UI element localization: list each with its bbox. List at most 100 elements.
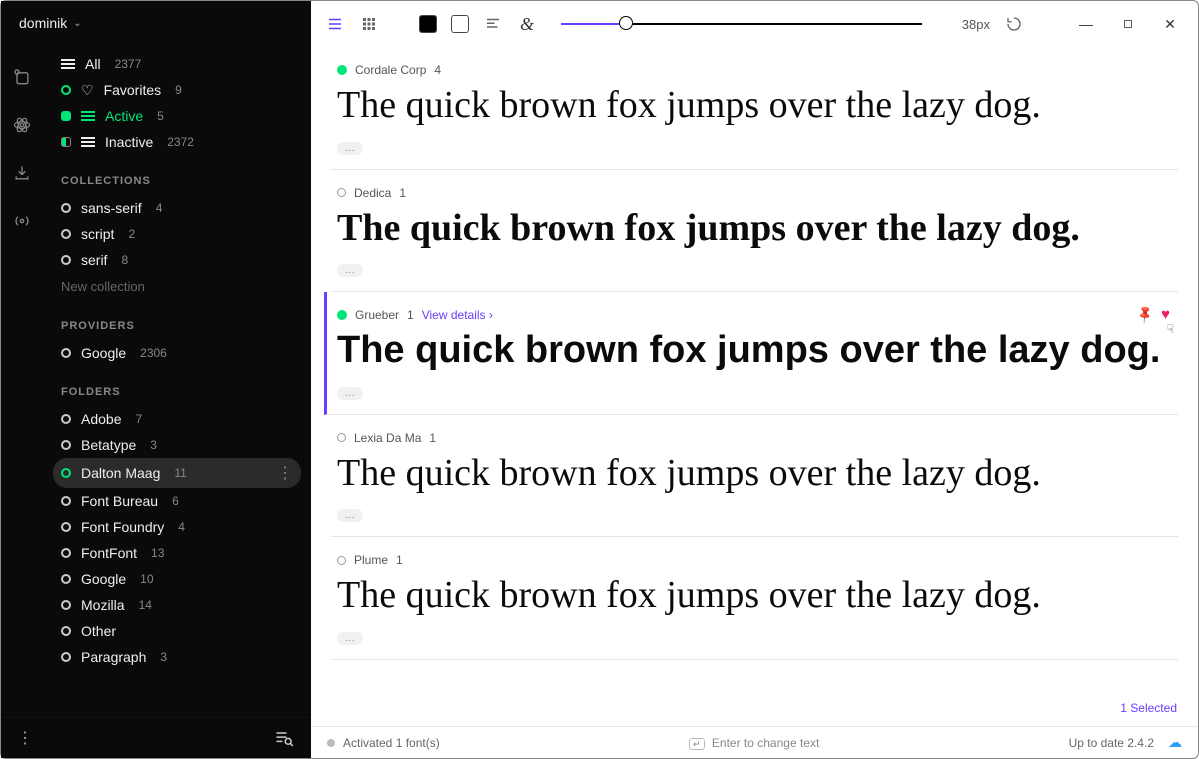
folders-item[interactable]: Font Bureau6 <box>53 488 301 514</box>
font-preview-text[interactable]: The quick brown fox jumps over the lazy … <box>337 573 1172 619</box>
status-bar: Activated 1 font(s) ↵ Enter to change te… <box>311 726 1198 758</box>
collections-item[interactable]: serif8 <box>53 247 301 273</box>
user-name: dominik <box>19 15 67 31</box>
user-menu[interactable]: dominik ⌄ <box>1 1 311 41</box>
filter-active[interactable]: Active 5 <box>53 103 301 129</box>
font-card-header: Cordale Corp4 <box>337 63 1172 77</box>
background-color-swatch[interactable] <box>451 15 469 33</box>
folders-item-label: Betatype <box>81 437 136 453</box>
folders-item[interactable]: FontFont13 <box>53 540 301 566</box>
inactive-status-icon[interactable] <box>337 188 346 197</box>
collections-item[interactable]: sans-serif4 <box>53 195 301 221</box>
ring-icon <box>61 255 71 265</box>
ring-icon <box>61 468 71 478</box>
reset-button[interactable] <box>1004 14 1024 34</box>
collections-item-label: sans-serif <box>81 200 142 216</box>
grid-view-button[interactable] <box>359 14 379 34</box>
collections-item[interactable]: script2 <box>53 221 301 247</box>
font-name: Dedica <box>354 186 391 200</box>
library-icon[interactable] <box>12 67 32 87</box>
cursor-hand-icon: ☟ <box>1167 322 1174 336</box>
favorite-heart-icon[interactable]: ♥ <box>1161 306 1170 323</box>
font-card[interactable]: Plume1 The quick brown fox jumps over the… <box>331 537 1178 660</box>
font-card-actions: 📌♥ <box>1137 306 1170 323</box>
tags-pill[interactable]: … <box>337 387 363 400</box>
size-label: 38px <box>946 17 990 32</box>
window-maximize-button[interactable] <box>1114 13 1142 35</box>
folders-item-count: 10 <box>140 572 153 586</box>
toolbar: & 38px — ✕ <box>311 1 1198 47</box>
search-list-icon[interactable] <box>273 728 295 748</box>
folders-item[interactable]: Betatype 3 <box>53 432 301 458</box>
enter-key-icon: ↵ <box>689 738 705 750</box>
slider-thumb-icon[interactable] <box>619 16 633 30</box>
folders-item-count: 3 <box>160 650 167 664</box>
window-close-button[interactable]: ✕ <box>1156 13 1184 35</box>
tags-pill[interactable]: … <box>337 142 363 155</box>
broadcast-icon[interactable] <box>12 211 32 231</box>
foreground-color-swatch[interactable] <box>419 15 437 33</box>
ring-icon <box>61 652 71 662</box>
status-activated: Activated 1 font(s) <box>343 736 440 750</box>
ring-icon <box>61 203 71 213</box>
font-card[interactable]: Lexia Da Ma1 The quick brown fox jumps ov… <box>331 415 1178 538</box>
folders-item[interactable]: Google10 <box>53 566 301 592</box>
font-preview-text[interactable]: The quick brown fox jumps over the lazy … <box>337 451 1172 497</box>
font-preview-text[interactable]: The quick brown fox jumps over the lazy … <box>337 206 1172 252</box>
font-card-header: Grueber1View details › <box>337 308 1172 322</box>
row-more-icon[interactable]: ⋮ <box>277 463 293 483</box>
font-card-header: Plume1 <box>337 553 1172 567</box>
tags-pill[interactable]: … <box>337 264 363 277</box>
ring-icon <box>61 522 71 532</box>
main-pane: & 38px — ✕ Cordale Corp4 The quick brown … <box>311 1 1198 758</box>
download-icon[interactable] <box>12 163 32 183</box>
active-status-icon[interactable] <box>337 310 347 320</box>
folders-item-label: Paragraph <box>81 649 146 665</box>
pin-icon[interactable]: 📌 <box>1134 303 1157 326</box>
window-minimize-button[interactable]: — <box>1072 13 1100 35</box>
font-preview-text[interactable]: The quick brown fox jumps over the lazy … <box>337 83 1172 129</box>
status-version: Up to date 2.4.2 <box>1069 736 1154 750</box>
atom-icon[interactable] <box>12 115 32 135</box>
folders-item[interactable]: Adobe7 <box>53 406 301 432</box>
tags-pill[interactable]: … <box>337 632 363 645</box>
tags-pill[interactable]: … <box>337 509 363 522</box>
font-card[interactable]: Dedica1The quick brown fox jumps over th… <box>331 170 1178 293</box>
filter-all[interactable]: All 2377 <box>53 51 301 77</box>
selection-count-badge[interactable]: 1 Selected <box>1120 697 1177 719</box>
filter-favorites[interactable]: ♡ Favorites 9 <box>53 77 301 103</box>
folders-item-count: 3 <box>150 438 157 452</box>
font-card[interactable]: Grueber1View details ›The quick brown fo… <box>324 292 1178 415</box>
folders-item-label: Font Foundry <box>81 519 164 535</box>
filter-inactive[interactable]: Inactive 2372 <box>53 129 301 155</box>
folders-item[interactable]: Dalton Maag11⋮ <box>53 458 301 488</box>
sidebar-footer: ⋮ <box>1 717 311 758</box>
folders-item[interactable]: Font Foundry 4 <box>53 514 301 540</box>
folders-item[interactable]: Other <box>53 618 301 644</box>
new-collection-button[interactable]: New collection <box>53 273 301 300</box>
font-style-count: 1 <box>396 553 403 567</box>
sidebar-nav: All 2377 ♡ Favorites 9 Active 5 Inactive… <box>43 41 311 717</box>
font-card[interactable]: Cordale Corp4 The quick brown fox jumps o… <box>331 47 1178 170</box>
font-preview-text[interactable]: The quick brown fox jumps over the lazy … <box>337 328 1172 374</box>
providers-item[interactable]: Google2306 <box>53 340 301 366</box>
providers-heading: PROVIDERS <box>53 300 301 340</box>
inactive-status-icon[interactable] <box>337 433 346 442</box>
font-style-count: 1 <box>429 431 436 445</box>
active-status-icon[interactable] <box>337 65 347 75</box>
folders-item-count: 4 <box>178 520 185 534</box>
lines-icon <box>81 137 95 147</box>
inactive-status-icon[interactable] <box>337 556 346 565</box>
list-view-button[interactable] <box>325 14 345 34</box>
align-left-button[interactable] <box>483 14 503 34</box>
font-style-count: 1 <box>407 308 414 322</box>
size-slider[interactable] <box>561 23 922 25</box>
ligatures-button[interactable]: & <box>517 14 537 34</box>
more-icon[interactable]: ⋮ <box>17 728 35 748</box>
view-details-link[interactable]: View details › <box>422 308 493 322</box>
font-card-header: Lexia Da Ma1 <box>337 431 1172 445</box>
ring-icon <box>61 626 71 636</box>
folders-item[interactable]: Mozilla14 <box>53 592 301 618</box>
folders-item[interactable]: Paragraph 3 <box>53 644 301 670</box>
ring-icon <box>61 85 71 95</box>
